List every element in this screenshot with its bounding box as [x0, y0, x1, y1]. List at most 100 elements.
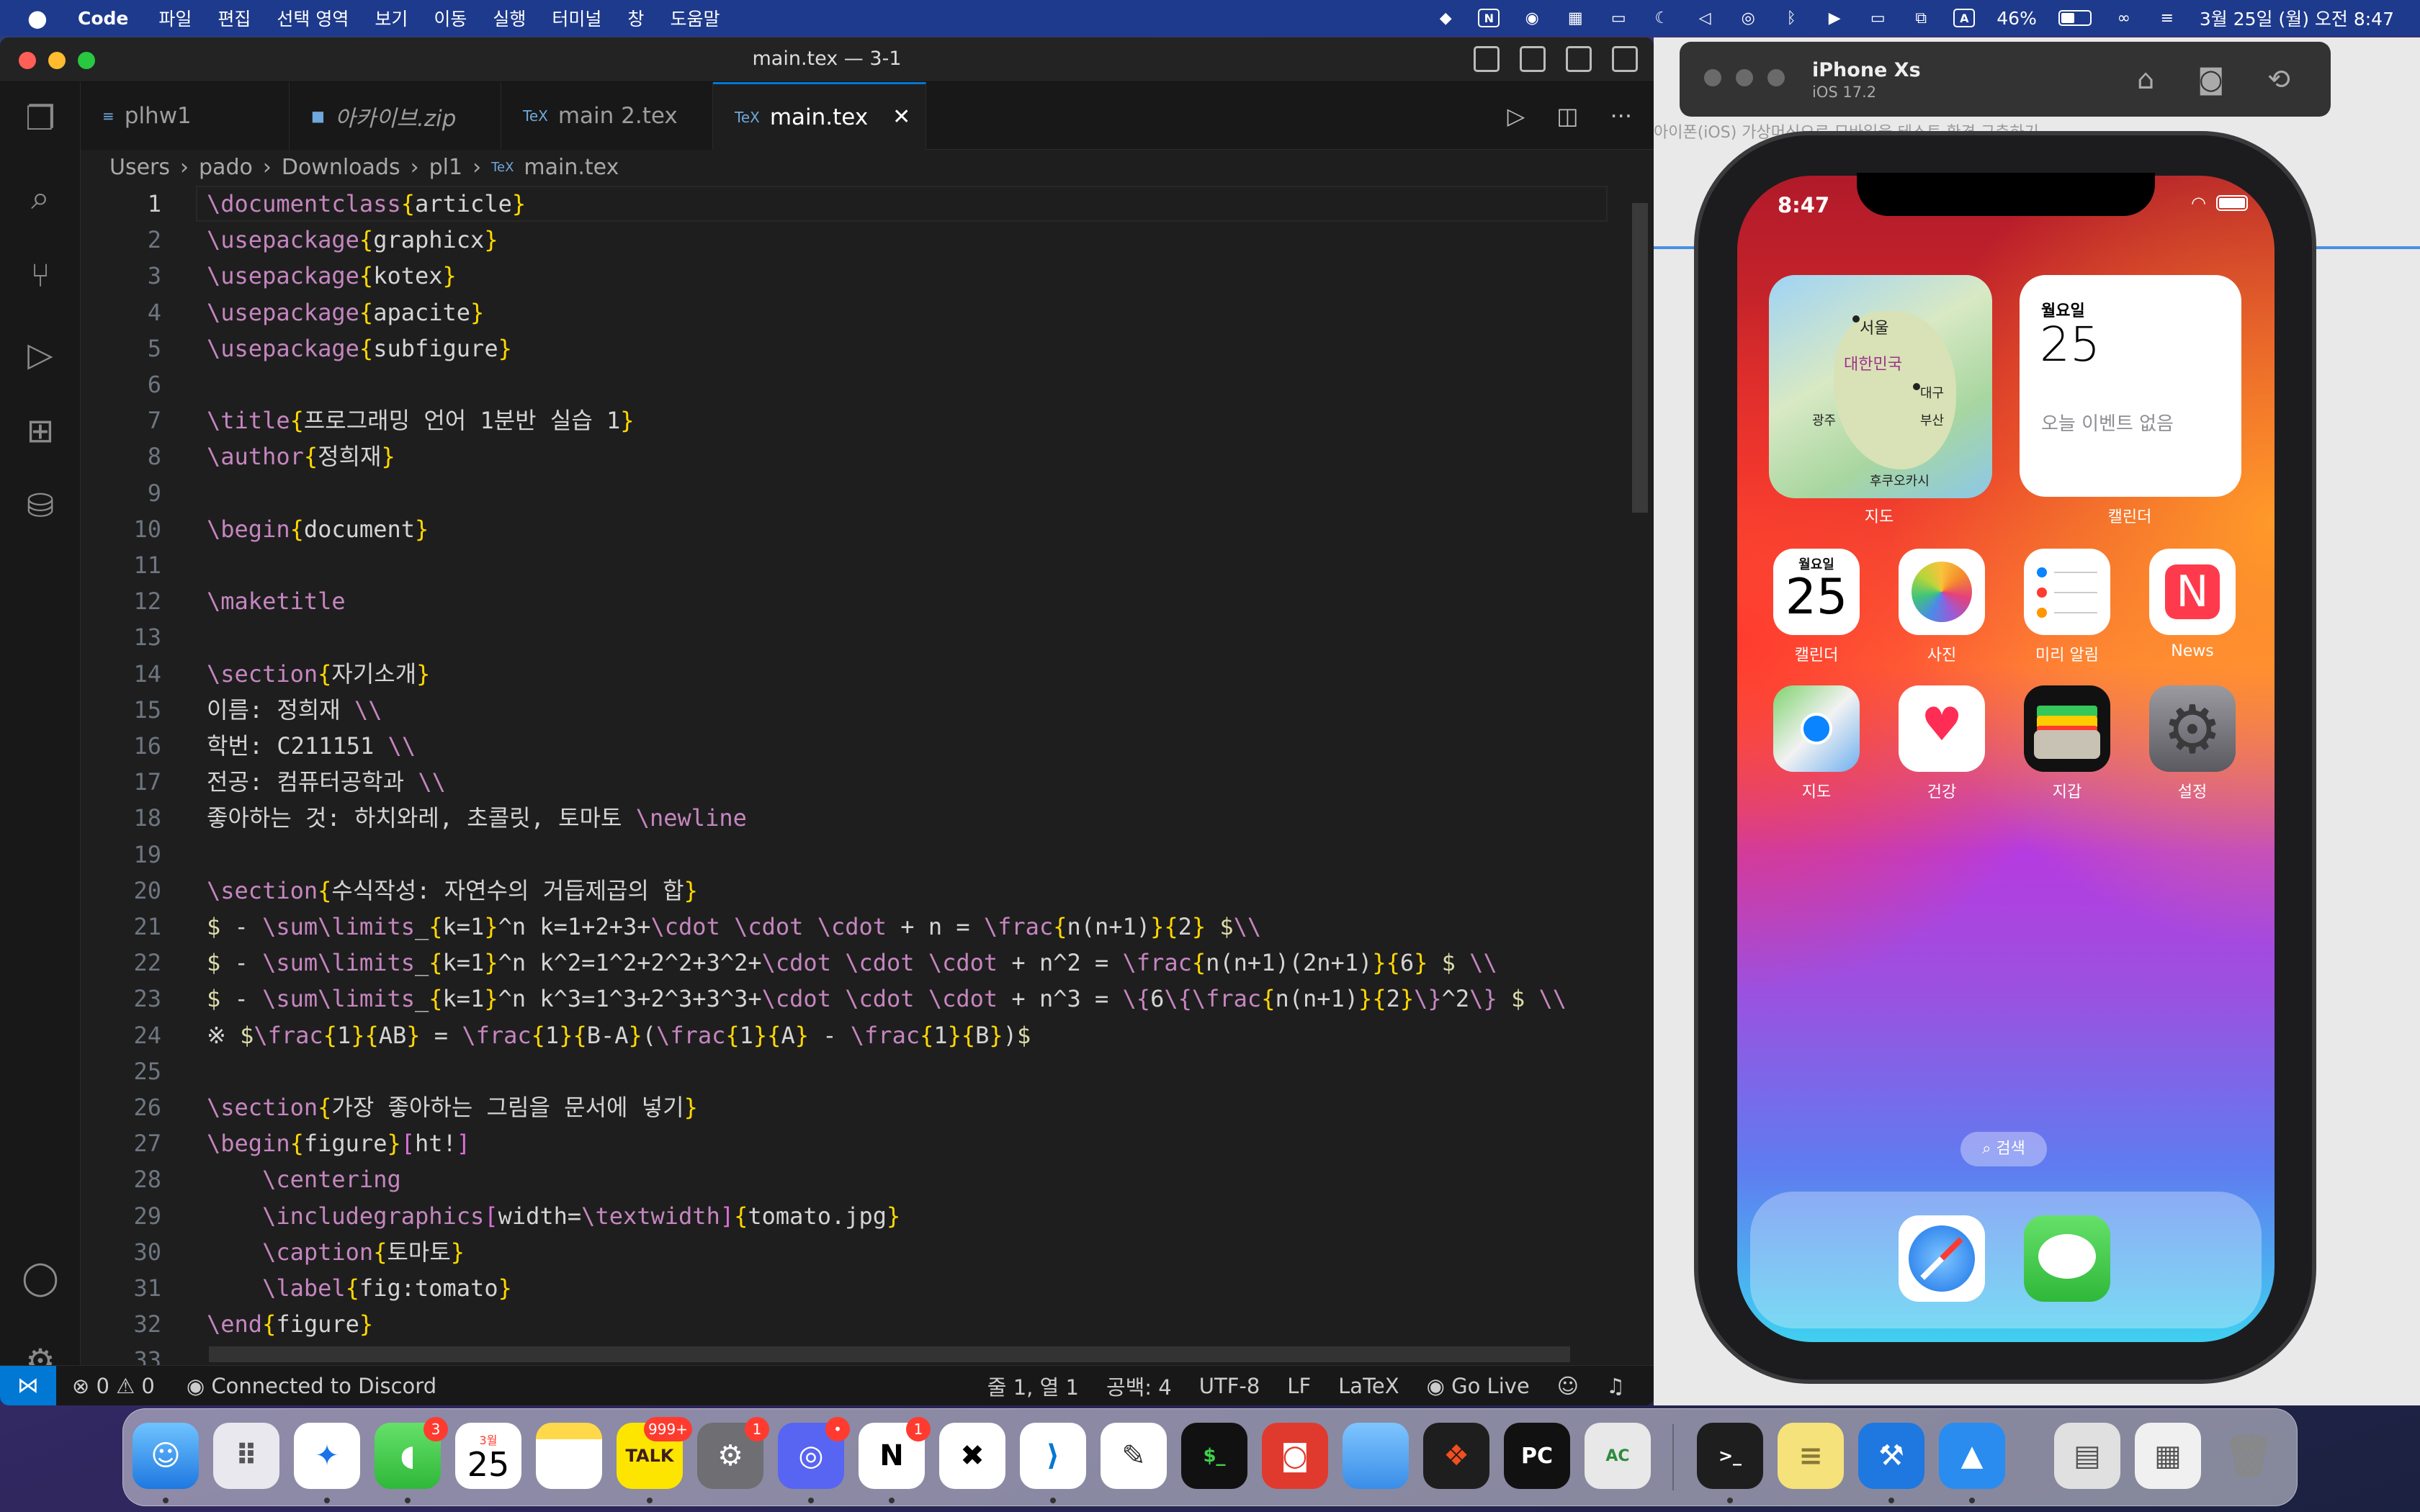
pycharm-icon[interactable]: PC [1504, 1423, 1570, 1489]
calendar-icon[interactable]: 3월 25 [455, 1423, 521, 1489]
search-icon[interactable]: ⌕ [20, 177, 60, 217]
breadcrumb-pl1[interactable]: pl1 [429, 155, 462, 180]
code-line[interactable]: 6 [81, 366, 1629, 402]
photo-booth-icon[interactable]: ◙ [1262, 1423, 1328, 1489]
settings-app-icon[interactable]: ⚙ [2149, 685, 2236, 772]
code-editor[interactable]: 1 \documentclass{article} 2 \usepackage{gra… [81, 184, 1654, 1365]
menubar-clock[interactable]: 3월 25일 (월) 오전 8:47 [2200, 5, 2394, 31]
code-line[interactable]: 2 \usepackage{graphicx} [81, 222, 1629, 258]
trash-icon[interactable]: 🗑 [2215, 1423, 2282, 1489]
code-line[interactable]: 24 ※ $\frac{1}{AB} = \frac{1}{B-A}(\frac{… [81, 1017, 1629, 1053]
code-line[interactable]: 18 좋아하는 것: 하치와레, 초콜릿, 토마토 \newline [81, 800, 1629, 836]
recent-window-thumb-2[interactable]: ▦ [2135, 1423, 2201, 1489]
breadcrumb-file[interactable]: main.tex [524, 155, 619, 180]
close-tab-icon[interactable]: ✕ [892, 104, 910, 130]
folder-icon[interactable] [1343, 1423, 1409, 1489]
airdrop-icon[interactable]: ◎ [1737, 9, 1759, 27]
close-window-button[interactable] [1704, 69, 1721, 86]
wallet-app-icon[interactable] [2024, 685, 2110, 772]
battery-icon[interactable] [2058, 10, 2092, 26]
code-line[interactable]: 13 [81, 619, 1629, 655]
naver-icon[interactable]: N [1478, 9, 1500, 27]
rotate-icon[interactable]: ⟲ [2267, 63, 2290, 95]
safari-app-icon[interactable] [1899, 1215, 1985, 1302]
capcut-icon[interactable]: ✖ [939, 1423, 1005, 1489]
menu-view[interactable]: 보기 [375, 5, 408, 31]
freeform-icon[interactable]: ✎ [1101, 1423, 1167, 1489]
menu-terminal[interactable]: 터미널 [552, 5, 601, 31]
screenshot-icon[interactable]: ◙ [2197, 63, 2224, 95]
end-of-line[interactable]: LF [1287, 1374, 1311, 1398]
notifications-bell-icon[interactable]: ♫ [1606, 1374, 1625, 1398]
code-line[interactable]: 22 $ - \sum\limits_{k=1}^n k^2=1^2+2^2+3^… [81, 945, 1629, 981]
link-icon[interactable]: ∞ [2113, 9, 2135, 27]
code-line[interactable]: 8 \author{정희재} [81, 438, 1629, 474]
menu-selection[interactable]: 선택 영역 [277, 5, 349, 31]
code-line[interactable]: 1 \documentclass{article} [81, 186, 1629, 222]
code-line[interactable]: 5 \usepackage{subfigure} [81, 330, 1629, 366]
mute-icon[interactable]: ◁ [1694, 9, 1716, 27]
status-app-icon[interactable]: ◆ [1435, 9, 1456, 27]
toggle-panel-icon[interactable] [1520, 46, 1546, 72]
go-live-button[interactable]: ◉ Go Live [1427, 1374, 1530, 1398]
finder-icon[interactable]: ☺ [133, 1423, 199, 1489]
calendar-widget[interactable]: 월요일 25 오늘 이벤트 없음 [2020, 275, 2241, 497]
python-icon[interactable]: ⛁ [20, 485, 60, 526]
code-line[interactable]: 29 \includegraphics[width=\textwidth]{to… [81, 1198, 1629, 1234]
code-line[interactable]: 14 \section{자기소개} [81, 656, 1629, 692]
code-line[interactable]: 3 \usepackage{kotex} [81, 258, 1629, 294]
indentation[interactable]: 공백: 4 [1106, 1371, 1172, 1401]
toggle-secondary-sidebar-icon[interactable] [1566, 46, 1592, 72]
messages-app-icon[interactable] [2024, 1215, 2110, 1302]
discord-status[interactable]: ◉ Connected to Discord [187, 1374, 436, 1398]
accounts-icon[interactable]: ◯ [20, 1257, 60, 1297]
terminal-running-icon[interactable]: >_ [1697, 1423, 1763, 1489]
code-line[interactable]: 7 \title{프로그래밍 언어 1분반 실습 1} [81, 402, 1629, 438]
code-line[interactable]: 26 \section{가장 좋아하는 그림을 문서에 넣기} [81, 1089, 1629, 1125]
code-line[interactable]: 21 $ - \sum\limits_{k=1}^n k=1+2+3+\cdot … [81, 909, 1629, 945]
calendar-app-icon[interactable]: 월요일 25 [1773, 549, 1860, 635]
code-line[interactable]: 30 \caption{토마토} [81, 1234, 1629, 1270]
minimize-window-button[interactable] [1736, 69, 1753, 86]
explorer-icon[interactable]: ❐ [20, 98, 60, 138]
tab-main-2-tex[interactable]: TeX main 2.tex [501, 82, 713, 150]
stickies-icon[interactable]: ≡ [1778, 1423, 1844, 1489]
moon-icon[interactable]: ☾ [1651, 9, 1672, 27]
zoom-window-button[interactable] [1767, 69, 1785, 86]
control-center-icon[interactable]: ≡ [2156, 9, 2178, 27]
code-line[interactable]: 23 $ - \sum\limits_{k=1}^n k^3=1^3+2^3+3^… [81, 981, 1629, 1017]
extensions-icon[interactable]: ⊞ [20, 410, 60, 451]
customize-layout-icon[interactable] [1612, 46, 1638, 72]
vertical-scrollbar[interactable] [1632, 203, 1648, 513]
simulator-icon[interactable]: ▲ [1939, 1423, 2005, 1489]
photos-app-icon[interactable] [1899, 549, 1985, 635]
cursor-position[interactable]: 줄 1, 열 1 [987, 1371, 1079, 1401]
news-app-icon[interactable]: N [2149, 549, 2236, 635]
code-line[interactable]: 15 이름: 정희재 \\ [81, 692, 1629, 728]
code-line[interactable]: 31 \label{fig:tomato} [81, 1270, 1629, 1306]
app-name-menu[interactable]: Code [78, 8, 128, 29]
split-editor-icon[interactable]: ◫ [1556, 102, 1578, 130]
recent-window-thumb-1[interactable]: ▤ [2054, 1423, 2120, 1489]
code-line[interactable]: 16 학번: C211151 \\ [81, 728, 1629, 764]
code-line[interactable]: 12 \maketitle [81, 583, 1629, 619]
code-line[interactable]: 17 전공: 컴퓨터공학과 \\ [81, 764, 1629, 800]
activity-monitor-icon[interactable]: AC [1585, 1423, 1651, 1489]
code-line[interactable]: 25 [81, 1053, 1629, 1089]
health-app-icon[interactable]: ♥ [1899, 685, 1985, 772]
language-mode[interactable]: LaTeX [1338, 1374, 1399, 1398]
more-actions-icon[interactable]: ··· [1610, 102, 1632, 130]
launchpad-icon[interactable]: ⠿ [213, 1423, 279, 1489]
toggle-primary-sidebar-icon[interactable] [1474, 46, 1500, 72]
code-line[interactable]: 9 [81, 475, 1629, 511]
menu-help[interactable]: 도움말 [670, 5, 720, 31]
window-icon[interactable]: ⧉ [1910, 9, 1932, 27]
bluetooth-icon[interactable]: ᛒ [1780, 9, 1802, 27]
figma-icon[interactable]: ❖ [1423, 1423, 1489, 1489]
source-control-icon[interactable]: ⑂ [20, 255, 60, 295]
home-search-button[interactable]: ⌕ 검색 [1960, 1132, 2047, 1166]
run-icon[interactable]: ▷ [1507, 102, 1525, 130]
display-icon[interactable]: ▭ [1867, 9, 1888, 27]
code-line[interactable]: 27 \begin{figure}[ht!] [81, 1125, 1629, 1161]
code-line[interactable]: 4 \usepackage{apacite} [81, 294, 1629, 330]
